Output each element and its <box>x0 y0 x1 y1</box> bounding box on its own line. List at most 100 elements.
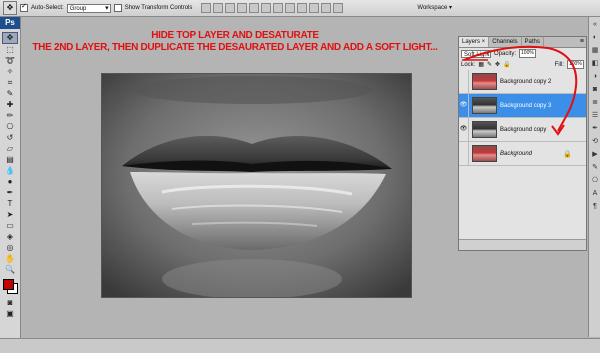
lock-pixels-icon[interactable]: ✎ <box>487 61 492 68</box>
masks-panel-icon[interactable]: ◙ <box>590 85 600 95</box>
panel-menu-icon[interactable]: ≡ <box>580 37 586 47</box>
eye-icon[interactable]: 👁 <box>459 94 469 117</box>
path-selection-tool-icon[interactable]: ➤ <box>3 210 17 220</box>
dodge-tool-icon[interactable]: ● <box>3 177 17 187</box>
layer-name: Background copy 2 <box>500 78 552 85</box>
zoom-tool-icon[interactable]: 🔍 <box>3 265 17 275</box>
visibility-toggle[interactable] <box>459 70 469 93</box>
layer-thumbnail <box>472 121 497 138</box>
adjustments-panel-icon[interactable]: ◑ <box>590 72 600 82</box>
move-tool-icon[interactable]: ✥ <box>3 1 17 15</box>
healing-brush-tool-icon[interactable]: ✚ <box>3 100 17 110</box>
clone-source-panel-icon[interactable]: ⎔ <box>590 176 600 186</box>
dock-collapse-icon[interactable]: « <box>590 20 600 30</box>
foreground-color-swatch[interactable] <box>3 279 14 290</box>
gradient-tool-icon[interactable]: ▤ <box>3 155 17 165</box>
auto-select-checkbox[interactable] <box>20 2 28 12</box>
layers-panel-footer <box>459 239 586 250</box>
ps-logo: Ps <box>0 17 20 29</box>
crop-tool-icon[interactable]: ⌗ <box>3 78 17 88</box>
blend-row: Soft Light Opacity: 100% <box>459 48 586 59</box>
tab-layers[interactable]: Layers × <box>459 37 490 47</box>
color-panel-icon[interactable]: ◐ <box>590 33 600 43</box>
panel-tabs: Layers × Channels Paths ≡ <box>459 37 586 48</box>
layer-row-selected[interactable]: 👁 Background copy 3 <box>459 94 586 118</box>
auto-select-dropdown[interactable]: Group <box>66 3 111 13</box>
layer-name: Background <box>500 150 533 157</box>
lock-row: Lock: ▦ ✎ ✥ 🔒 Fill: 100% <box>459 59 586 70</box>
lock-all-icon[interactable]: 🔒 <box>503 61 510 68</box>
actions-panel-icon[interactable]: ▶ <box>590 150 600 160</box>
annotation-line-2: THE 2ND LAYER, THEN DUPLICATE THE DESAUR… <box>32 42 438 53</box>
lock-icon: 🔒 <box>563 150 572 158</box>
status-bar <box>0 338 600 353</box>
fill-field[interactable]: 100% <box>567 60 584 69</box>
layer-row[interactable]: Background 🔒 <box>459 142 586 166</box>
clone-stamp-tool-icon[interactable]: ⎔ <box>3 122 17 132</box>
eye-icon[interactable]: 👁 <box>459 118 469 141</box>
channels-panel-icon[interactable]: ☰ <box>590 111 600 121</box>
annotation-line-1: HIDE TOP LAYER AND DESATURATE <box>151 30 319 41</box>
screen-mode-icon[interactable]: ▣ <box>3 309 17 319</box>
align-left-icon[interactable] <box>237 3 248 13</box>
align-top-icon[interactable] <box>201 3 212 13</box>
blend-mode-dropdown[interactable]: Soft Light <box>461 49 491 58</box>
align-buttons <box>201 3 344 13</box>
character-panel-icon[interactable]: A <box>590 189 600 199</box>
visibility-toggle[interactable] <box>459 142 469 165</box>
align-hcenter-icon[interactable] <box>249 3 260 13</box>
show-transform-checkbox[interactable] <box>113 4 122 12</box>
shape-tool-icon[interactable]: ▭ <box>3 221 17 231</box>
distribute-hcenter-icon[interactable] <box>321 3 332 13</box>
3d-rotate-tool-icon[interactable]: ◈ <box>3 232 17 242</box>
blur-tool-icon[interactable]: 💧 <box>3 166 17 176</box>
layer-thumbnail <box>472 97 497 114</box>
show-transform-label: Show Transform Controls <box>124 5 193 11</box>
lasso-tool-icon[interactable]: ➰ <box>3 56 17 66</box>
eraser-tool-icon[interactable]: ▱ <box>3 144 17 154</box>
auto-select-label: Auto-Select: <box>31 5 64 11</box>
fill-label: Fill: <box>554 61 564 68</box>
document-canvas[interactable] <box>101 73 412 298</box>
magic-wand-tool-icon[interactable]: ✧ <box>3 67 17 77</box>
options-bar: ✥ Auto-Select: Group Show Transform Cont… <box>0 0 600 17</box>
lips-image <box>102 74 411 297</box>
paragraph-panel-icon[interactable]: ¶ <box>590 202 600 212</box>
pen-tool-icon[interactable]: ✒ <box>3 188 17 198</box>
layers-panel-icon[interactable]: ≣ <box>590 98 600 108</box>
align-bottom-icon[interactable] <box>225 3 236 13</box>
tab-paths[interactable]: Paths <box>522 37 544 47</box>
layer-row[interactable]: Background copy 2 <box>459 70 586 94</box>
paths-panel-icon[interactable]: ✒ <box>590 124 600 134</box>
distribute-left-icon[interactable] <box>309 3 320 13</box>
history-brush-tool-icon[interactable]: ↺ <box>3 133 17 143</box>
brushes-panel-icon[interactable]: ✎ <box>590 163 600 173</box>
lock-transparency-icon[interactable]: ▦ <box>478 61 484 68</box>
layer-name: Background copy 3 <box>500 102 552 109</box>
distribute-right-icon[interactable] <box>333 3 344 13</box>
type-tool-icon[interactable]: T <box>3 199 17 209</box>
eyedropper-tool-icon[interactable]: ✎ <box>3 89 17 99</box>
styles-panel-icon[interactable]: ◧ <box>590 59 600 69</box>
distribute-bottom-icon[interactable] <box>297 3 308 13</box>
workspace-menu[interactable]: Workspace <box>417 4 452 11</box>
3d-orbit-tool-icon[interactable]: ◎ <box>3 243 17 253</box>
tools-panel: Ps ✥ ⬚ ➰ ✧ ⌗ ✎ ✚ ✏ ⎔ ↺ ▱ ▤ 💧 ● ✒ T ➤ ▭ ◈… <box>0 17 21 339</box>
opacity-label: Opacity: <box>494 50 517 57</box>
tab-channels[interactable]: Channels <box>489 37 522 47</box>
layer-row[interactable]: 👁 Background copy <box>459 118 586 142</box>
align-vcenter-icon[interactable] <box>213 3 224 13</box>
swatches-panel-icon[interactable]: ▦ <box>590 46 600 56</box>
lock-position-icon[interactable]: ✥ <box>495 61 500 68</box>
color-swatches[interactable] <box>0 279 20 297</box>
layers-panel: Layers × Channels Paths ≡ Soft Light Opa… <box>458 36 587 251</box>
distribute-top-icon[interactable] <box>273 3 284 13</box>
distribute-vcenter-icon[interactable] <box>285 3 296 13</box>
history-panel-icon[interactable]: ⟲ <box>590 137 600 147</box>
opacity-field[interactable]: 100% <box>519 49 537 58</box>
brush-tool-icon[interactable]: ✏ <box>3 111 17 121</box>
layer-thumbnail <box>472 145 497 162</box>
quick-mask-icon[interactable]: ◙ <box>3 298 17 308</box>
align-right-icon[interactable] <box>261 3 272 13</box>
hand-tool-icon[interactable]: ✋ <box>3 254 17 264</box>
